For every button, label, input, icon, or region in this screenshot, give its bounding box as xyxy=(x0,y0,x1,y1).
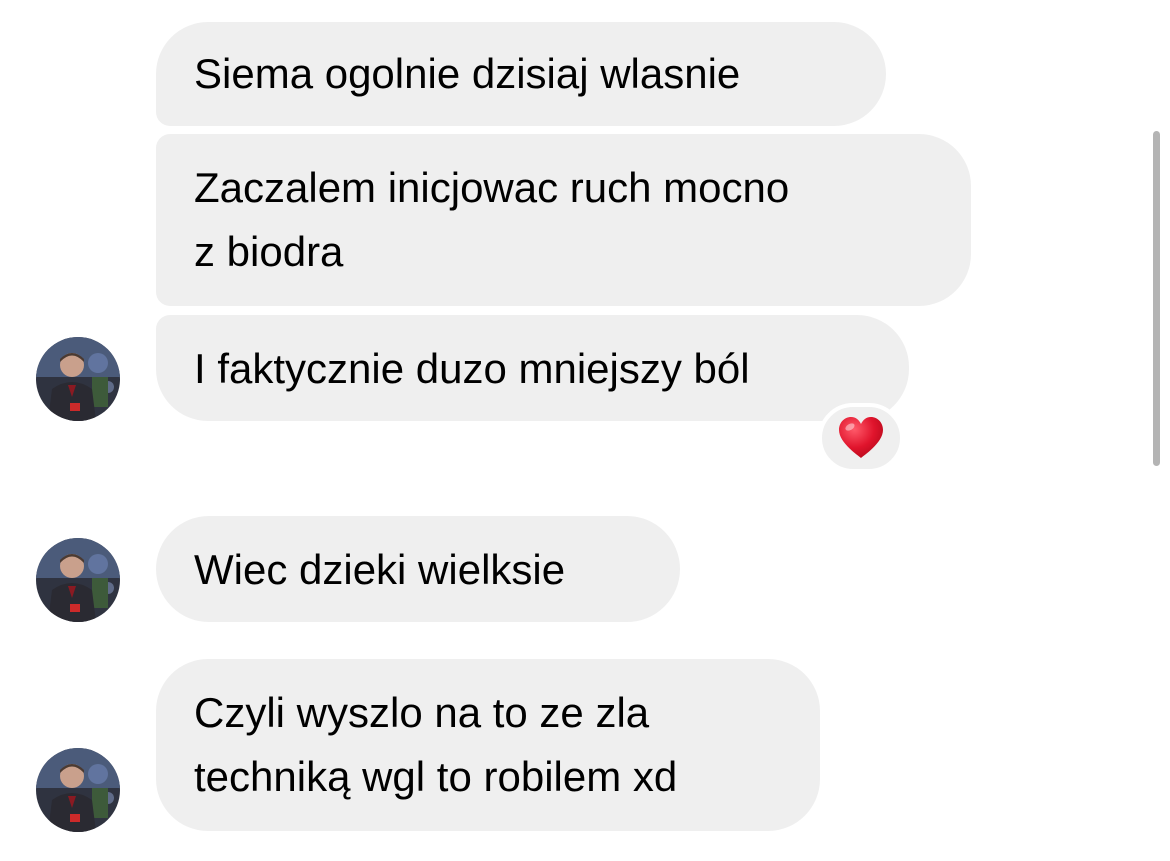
scrollbar[interactable] xyxy=(1153,131,1160,466)
message-bubble[interactable]: Czyli wyszlo na to ze zla techniką wgl t… xyxy=(156,659,820,831)
avatar-image xyxy=(36,748,120,832)
heart-icon xyxy=(839,417,883,458)
message-bubble[interactable]: Zaczalem inicjowac ruch mocno z biodra xyxy=(156,134,971,306)
message-text: Zaczalem inicjowac ruch mocno xyxy=(194,164,790,211)
message-reaction[interactable] xyxy=(818,403,904,473)
message-bubble[interactable]: Wiec dzieki wielksie xyxy=(156,516,680,622)
message-bubble[interactable]: I faktycznie duzo mniejszy ból xyxy=(156,315,909,421)
message-text: Czyli wyszlo na to ze zla xyxy=(194,689,650,736)
message-text: I faktycznie duzo mniejszy ból xyxy=(194,345,750,392)
sender-avatar[interactable] xyxy=(36,337,120,421)
message-text: z biodra xyxy=(194,228,344,275)
sender-avatar[interactable] xyxy=(36,538,120,622)
message-text: Siema ogolnie dzisiaj wlasnie xyxy=(194,50,741,97)
avatar-image xyxy=(36,337,120,421)
message-text: techniką wgl to robilem xd xyxy=(194,753,678,800)
sender-avatar[interactable] xyxy=(36,748,120,832)
message-bubble[interactable]: Siema ogolnie dzisiaj wlasnie xyxy=(156,22,886,126)
message-text: Wiec dzieki wielksie xyxy=(194,546,566,593)
avatar-image xyxy=(36,538,120,622)
